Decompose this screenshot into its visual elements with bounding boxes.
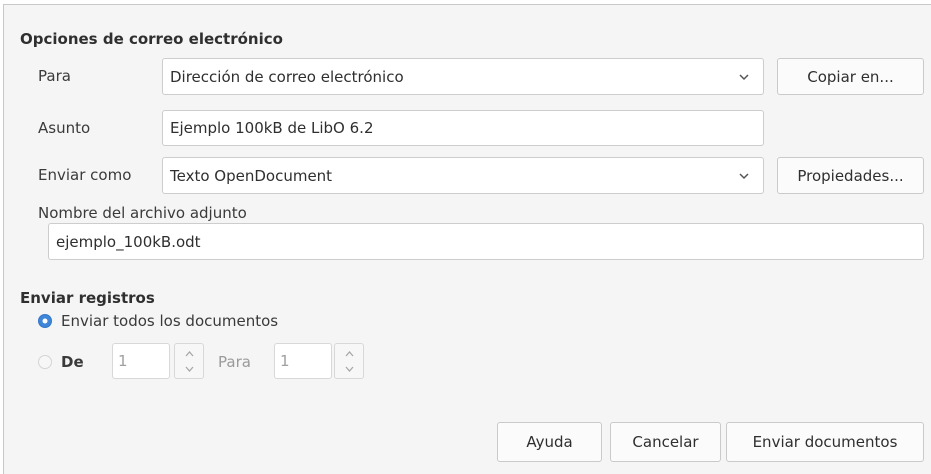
chevron-down-icon (739, 172, 749, 179)
attachment-name-label: Nombre del archivo adjunto (38, 204, 247, 222)
to-label: Para (38, 67, 71, 85)
to-address-value: Dirección de correo electrónico (170, 67, 404, 86)
all-documents-option[interactable]: Enviar todos los documentos (38, 312, 278, 330)
help-button[interactable]: Ayuda (497, 422, 602, 462)
cancel-button[interactable]: Cancelar (610, 422, 721, 462)
send-documents-button[interactable]: Enviar documentos (726, 422, 924, 462)
subject-input[interactable]: Ejemplo 100kB de LibO 6.2 (162, 110, 764, 146)
mail-merge-email-dialog: Opciones de correo electrónico Para Dire… (3, 4, 931, 474)
from-label: De (61, 353, 84, 371)
chevron-up-icon[interactable] (184, 350, 195, 358)
send-records-title: Enviar registros (20, 289, 155, 307)
subject-label: Asunto (38, 119, 91, 137)
attachment-name-value: ejemplo_100kB.odt (56, 232, 201, 251)
subject-value: Ejemplo 100kB de LibO 6.2 (170, 119, 374, 137)
range-option[interactable]: De (38, 353, 84, 371)
to-spinbox[interactable]: 1 (274, 343, 332, 379)
copy-to-button[interactable]: Copiar en... (777, 58, 924, 95)
attachment-name-input[interactable]: ejemplo_100kB.odt (48, 223, 924, 260)
to-address-combobox[interactable]: Dirección de correo electrónico (162, 58, 764, 95)
chevron-down-icon[interactable] (184, 365, 195, 373)
chevron-down-icon (739, 73, 749, 80)
from-value: 1 (118, 352, 128, 370)
email-options-title: Opciones de correo electrónico (20, 30, 283, 48)
chevron-down-icon[interactable] (344, 365, 355, 373)
to-value: 1 (280, 352, 290, 370)
chevron-up-icon[interactable] (344, 350, 355, 358)
all-documents-radio[interactable] (38, 314, 52, 328)
from-spin-buttons[interactable] (174, 343, 204, 379)
send-as-label: Enviar como (38, 166, 132, 184)
properties-button[interactable]: Propiedades... (777, 157, 924, 194)
send-as-combobox[interactable]: Texto OpenDocument (162, 157, 764, 194)
all-documents-label: Enviar todos los documentos (61, 312, 279, 330)
send-as-value: Texto OpenDocument (170, 166, 333, 185)
range-radio[interactable] (38, 355, 52, 369)
from-spinbox[interactable]: 1 (112, 343, 170, 379)
to-range-label: Para (218, 353, 251, 371)
to-spin-buttons[interactable] (334, 343, 364, 379)
